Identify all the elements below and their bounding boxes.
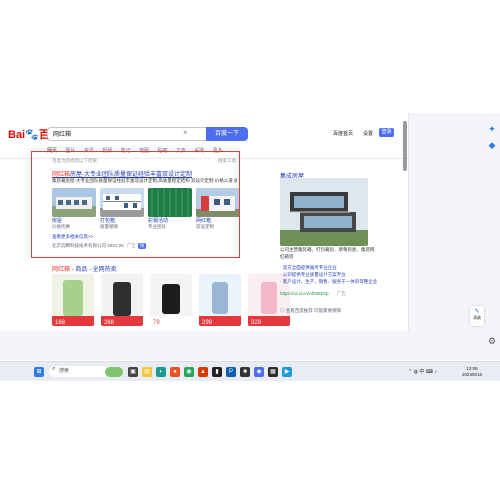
app-icon[interactable]: ● xyxy=(170,367,180,377)
clear-icon[interactable]: × xyxy=(183,128,188,137)
edge-icon[interactable]: ◐ xyxy=(156,367,166,377)
product-price-4: 299 xyxy=(202,320,213,326)
link-settings[interactable]: 设置 xyxy=(363,131,373,137)
widgets-icon[interactable] xyxy=(105,367,123,377)
right-panel-ad-label: 广告 xyxy=(337,291,346,296)
side-note-button[interactable]: ✎ 清爽 xyxy=(470,306,484,326)
app-icon-4[interactable]: ▦ xyxy=(268,367,278,377)
search-results-page: Bai🐾百度 网红箱 × 百度一下 百度首页设置 登录 网页 图片 资讯 视频 … xyxy=(0,113,409,331)
product-card[interactable]: 268 xyxy=(101,274,143,326)
settings-icon[interactable]: ⚙ xyxy=(486,335,498,347)
page-bottom-area xyxy=(0,331,409,360)
taskbar: ⊞ 搜索 ⌕ ▣ ▤ ◐ ● ◉ ▲ ▮ P ■ ◆ ▦ ▶ ⌃ ◍ 中 ⌨ ♪… xyxy=(0,361,500,381)
browser-window: Bai🐾百度 网红箱 × 百度一下 百度首页设置 登录 网页 图片 资讯 视频 … xyxy=(0,113,500,360)
right-panel-footer[interactable]: ◎ 查看百度推荐 可能需要保障 xyxy=(280,308,341,314)
app-icon-3[interactable]: ◆ xyxy=(254,367,264,377)
app-icon-2[interactable]: ■ xyxy=(240,367,250,377)
products-title[interactable]: 网红箱 - 商品 - 全网热卖 xyxy=(52,264,117,273)
right-panel-image[interactable] xyxy=(280,178,368,246)
search-icon: ⌕ xyxy=(52,366,56,372)
search-input[interactable]: 网红箱 × xyxy=(47,127,206,141)
product-card[interactable]: 168 xyxy=(52,274,94,326)
right-panel-url[interactable]: https://sc.d.cn/AfbW3Gp xyxy=(280,291,329,296)
browser-side-rail: ✦ ◆ ⚙ xyxy=(409,113,500,360)
system-tray[interactable]: ⌃ ◍ 中 ⌨ ♪ xyxy=(408,368,437,375)
highlight-box xyxy=(31,151,240,258)
search-button[interactable]: 百度一下 xyxy=(206,127,248,141)
copilot-icon[interactable]: ◆ xyxy=(486,139,498,151)
scrollbar[interactable] xyxy=(403,121,407,171)
right-panel-bullet-1[interactable]: · 双方全面提供服务专业企业 xyxy=(280,265,337,271)
right-panel-bullet-2[interactable]: · 公司提供专业质量设计方案专业 xyxy=(280,272,346,278)
products-keyword: 网红箱 xyxy=(52,267,71,273)
task-view-icon[interactable]: ▣ xyxy=(128,367,138,377)
product-card[interactable]: 299 xyxy=(199,274,241,326)
desktop: Bai🐾百度 网红箱 × 百度一下 百度首页设置 登录 网页 图片 资讯 视频 … xyxy=(0,0,500,500)
taskbar-clock[interactable]: 13:06 2024/8/16 xyxy=(462,366,482,378)
bookmark-icon[interactable]: ✦ xyxy=(486,123,498,135)
search-query: 网红箱 xyxy=(53,132,72,138)
logo-text: Bai xyxy=(8,129,26,141)
clock-date: 2024/8/16 xyxy=(462,372,483,377)
windows-start-icon[interactable]: ⊞ xyxy=(34,367,44,377)
side-note-label: 清爽 xyxy=(473,315,481,320)
login-button[interactable]: 登录 xyxy=(379,128,394,137)
product-card[interactable]: 79 xyxy=(150,274,192,326)
products-title-rest: - 商品 - 全网热卖 xyxy=(70,267,117,273)
right-panel-bullet-3[interactable]: · 客户设计、生产、销售、服务于一体的等整企业 xyxy=(280,279,377,285)
product-price-2: 268 xyxy=(104,320,115,326)
right-panel-description: 公司主营集装箱、打包箱房、草莓房屋、集装网红箱等 xyxy=(280,247,375,259)
terminal-icon[interactable]: ▮ xyxy=(212,367,222,377)
product-price-3: 79 xyxy=(153,320,160,326)
product-price-1: 168 xyxy=(55,320,66,326)
product-price-5: 329 xyxy=(251,320,262,326)
pen-icon: ✎ xyxy=(474,309,480,315)
app-icon-5[interactable]: ▶ xyxy=(282,367,292,377)
photoshop-icon[interactable]: P xyxy=(226,367,236,377)
office-icon[interactable]: ▲ xyxy=(198,367,208,377)
top-links: 百度首页 设置 xyxy=(333,130,383,137)
link-home[interactable]: 百度首页 xyxy=(333,131,353,137)
paw-icon: 🐾 xyxy=(25,129,39,141)
chrome-icon[interactable]: ◉ xyxy=(184,367,194,377)
file-explorer-icon[interactable]: ▤ xyxy=(142,367,152,377)
taskbar-search[interactable]: 搜索 xyxy=(49,366,109,377)
